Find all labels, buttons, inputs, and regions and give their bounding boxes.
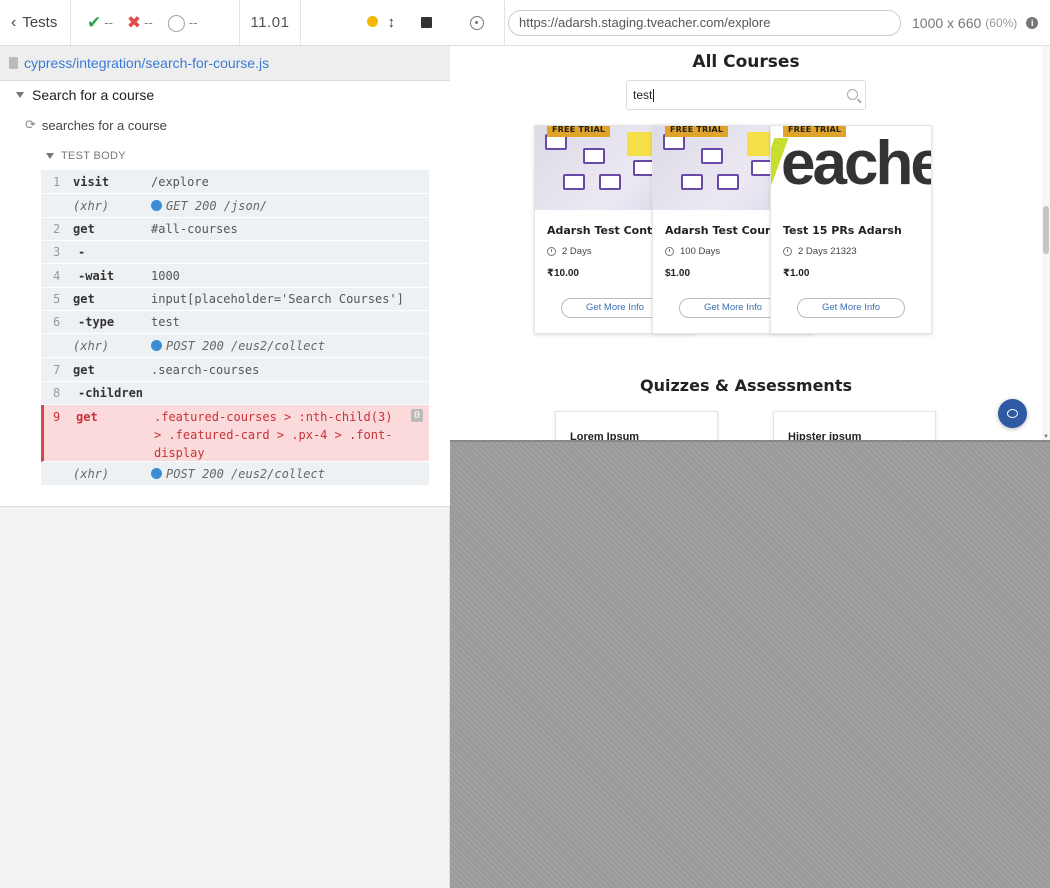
- chat-button[interactable]: [998, 399, 1027, 428]
- triangle-down-icon: [16, 92, 24, 98]
- quiz-card[interactable]: Hipster ipsum: [773, 411, 936, 440]
- search-input[interactable]: test: [626, 80, 866, 110]
- element-count-badge: 0: [410, 409, 423, 422]
- aut-header: https://adarsh.staging.tveacher.com/expl…: [450, 0, 1050, 46]
- command-log: 1 visit /explore (xhr) GET 200 /json/ 2 …: [41, 170, 429, 486]
- failed-command-row[interactable]: 9 get .featured-courses > :nth-child(3) …: [41, 405, 429, 462]
- chevron-left-icon: ‹: [11, 13, 17, 31]
- test-title[interactable]: ⟳ searches for a course: [25, 117, 167, 133]
- tests-button[interactable]: ‹ Tests: [0, 0, 71, 45]
- logo-text: eache: [781, 129, 931, 198]
- scrollbar-thumb[interactable]: [1043, 206, 1049, 254]
- command-row[interactable]: 7 get .search-courses: [41, 358, 429, 382]
- search-icon[interactable]: [847, 89, 858, 100]
- circle-icon: ◯: [166, 12, 186, 32]
- failed-count: ✖ --: [126, 12, 153, 32]
- scrollbar[interactable]: ▼: [1042, 46, 1050, 440]
- command-row[interactable]: 3 -scrollIntoView: [41, 241, 429, 282]
- command-row[interactable]: (xhr) POST 200 /eus2/collect: [41, 462, 429, 486]
- tests-label: Tests: [22, 14, 58, 31]
- trial-badge: FREE TRIAL: [665, 126, 729, 137]
- running-indicator: ↕: [366, 14, 396, 31]
- clock-icon: [783, 247, 792, 256]
- command-row[interactable]: 8 -children: [41, 382, 429, 405]
- xhr-status-icon: [151, 200, 162, 211]
- run-controls: ↕: [301, 0, 450, 45]
- command-row[interactable]: 4 -wait 1000: [41, 264, 429, 288]
- suite-title[interactable]: Search for a course: [16, 87, 154, 103]
- app-under-test-frame: All Courses test FREE TRIAL Adarsh Test …: [450, 46, 1050, 442]
- dot-icon: [366, 16, 378, 27]
- page-title: All Courses: [692, 52, 800, 72]
- url-bar[interactable]: https://adarsh.staging.tveacher.com/expl…: [508, 9, 901, 36]
- runnable-list: Search for a course ⟳ searches for a cou…: [0, 81, 450, 507]
- command-row[interactable]: (xhr) POST 200 /eus2/collect: [41, 334, 429, 358]
- reporter-panel: ‹ Tests ✔ -- ✖ -- ◯ -- 11.01 ↕ cypress/i…: [0, 0, 450, 888]
- trial-badge: FREE TRIAL: [547, 126, 611, 137]
- course-duration: 100 Days: [665, 246, 720, 257]
- test-body-toggle[interactable]: TEST BODY: [46, 150, 126, 162]
- info-icon[interactable]: i: [1026, 16, 1039, 29]
- command-row[interactable]: 6 -type test: [41, 311, 429, 334]
- passed-count: ✔ --: [87, 12, 113, 32]
- check-icon: ✔: [87, 12, 102, 32]
- xhr-status-icon: [151, 340, 162, 351]
- duration: 11.01: [240, 0, 301, 45]
- pending-count: ◯ --: [166, 12, 198, 32]
- triangle-down-icon: [46, 153, 54, 159]
- course-price: ₹1.00: [783, 268, 810, 279]
- clock-icon: [665, 247, 674, 256]
- get-more-info-button[interactable]: Get More Info: [797, 298, 905, 318]
- course-image: eache: [771, 126, 931, 210]
- course-price: ₹10.00: [547, 268, 579, 279]
- stats: ✔ -- ✖ -- ◯ --: [71, 0, 240, 45]
- aut-background: [450, 442, 1050, 888]
- section-title: Quizzes & Assessments: [640, 376, 852, 395]
- course-duration: 2 Days: [547, 246, 592, 257]
- arrows-vertical-icon[interactable]: ↕: [388, 14, 396, 31]
- crosshair-icon: [470, 15, 484, 30]
- command-row[interactable]: 5 get input[placeholder='Search Courses'…: [41, 288, 429, 311]
- course-card[interactable]: eache FREE TRIAL Test 15 PRs Adarsh 2 Da…: [770, 125, 932, 334]
- course-price: $1.00: [665, 268, 691, 279]
- text-caret: [653, 88, 655, 102]
- selector-playground-button[interactable]: [450, 0, 505, 46]
- spec-path-link[interactable]: cypress/integration/search-for-course.js: [24, 55, 269, 71]
- quiz-card[interactable]: Lorem Ipsum: [555, 411, 718, 440]
- reporter-header: ‹ Tests ✔ -- ✖ -- ◯ -- 11.01 ↕: [0, 0, 450, 46]
- x-icon: ✖: [126, 12, 142, 32]
- course-duration: 2 Days 21323: [783, 246, 857, 257]
- command-row[interactable]: 2 get #all-courses: [41, 218, 429, 241]
- command-row[interactable]: 1 visit /explore: [41, 170, 429, 194]
- xhr-status-icon: [151, 468, 162, 479]
- clock-icon: [547, 247, 556, 256]
- file-icon: [9, 57, 18, 69]
- chat-icon: [1007, 409, 1018, 418]
- stop-icon[interactable]: [421, 17, 432, 28]
- spec-bar: cypress/integration/search-for-course.js: [0, 46, 450, 81]
- refresh-icon: ⟳: [25, 117, 36, 132]
- viewport-info: 1000 x 660 (60%): [912, 14, 1018, 31]
- scroll-down-arrow[interactable]: ▼: [1043, 434, 1049, 440]
- course-title: Test 15 PRs Adarsh: [783, 224, 902, 237]
- command-row[interactable]: (xhr) GET 200 /json/: [41, 194, 429, 218]
- trial-badge: FREE TRIAL: [783, 126, 847, 137]
